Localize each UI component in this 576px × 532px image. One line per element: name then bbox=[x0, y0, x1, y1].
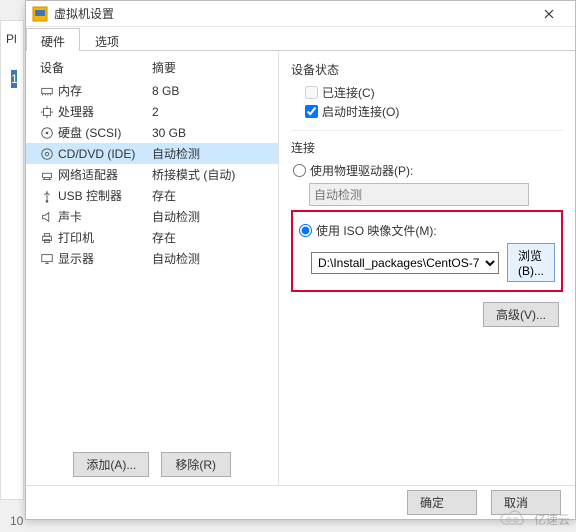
watermark-text: 亿速云 bbox=[534, 511, 570, 528]
dialog-footer: 确定 取消 bbox=[26, 485, 575, 519]
col-device: 设备 bbox=[40, 59, 152, 76]
hardware-buttons: 添加(A)... 移除(R) bbox=[26, 444, 278, 485]
hw-name: 显示器 bbox=[58, 250, 152, 267]
hw-row-display[interactable]: 显示器自动检测 bbox=[26, 248, 278, 269]
hardware-header: 设备 摘要 bbox=[26, 51, 278, 80]
hw-name: CD/DVD (IDE) bbox=[58, 147, 152, 161]
hw-summary: 30 GB bbox=[152, 126, 186, 140]
col-summary: 摘要 bbox=[152, 59, 176, 76]
hw-name: 声卡 bbox=[58, 208, 152, 225]
network-icon bbox=[40, 168, 54, 182]
cd-icon bbox=[40, 147, 54, 161]
advanced-button[interactable]: 高级(V)... bbox=[483, 302, 559, 327]
titlebar: 虚拟机设置 bbox=[26, 1, 575, 27]
hw-row-cd[interactable]: CD/DVD (IDE)自动检测 bbox=[26, 143, 278, 164]
hw-name: 硬盘 (SCSI) bbox=[58, 124, 152, 141]
app-icon bbox=[32, 6, 48, 22]
hw-summary: 自动检测 bbox=[152, 208, 200, 225]
vm-settings-dialog: 虚拟机设置 硬件 选项 设备 摘要 内存8 GB处理器2硬盘 (SCSI)30 … bbox=[25, 0, 576, 520]
watermark: 亿速云 bbox=[496, 508, 570, 530]
hw-name: 网络适配器 bbox=[58, 166, 152, 183]
remove-button[interactable]: 移除(R) bbox=[161, 452, 231, 477]
hw-row-disk[interactable]: 硬盘 (SCSI)30 GB bbox=[26, 122, 278, 143]
tab-options[interactable]: 选项 bbox=[80, 28, 134, 51]
use-iso-row[interactable]: 使用 ISO 映像文件(M): bbox=[299, 222, 555, 239]
hw-row-printer[interactable]: 打印机存在 bbox=[26, 227, 278, 248]
hw-row-cpu[interactable]: 处理器2 bbox=[26, 101, 278, 122]
cpu-icon bbox=[40, 105, 54, 119]
hw-name: 处理器 bbox=[58, 103, 152, 120]
use-physical-row[interactable]: 使用物理驱动器(P): bbox=[293, 162, 563, 179]
close-button[interactable] bbox=[529, 1, 569, 27]
hardware-panel: 设备 摘要 内存8 GB处理器2硬盘 (SCSI)30 GBCD/DVD (ID… bbox=[26, 51, 279, 485]
sound-icon bbox=[40, 210, 54, 224]
tab-bar: 硬件 选项 bbox=[26, 27, 575, 51]
disk-icon bbox=[40, 126, 54, 140]
connect-on-start-label: 启动时连接(O) bbox=[322, 103, 399, 120]
cloud-icon bbox=[496, 508, 530, 530]
browse-button[interactable]: 浏览(B)... bbox=[507, 243, 555, 282]
connected-checkbox bbox=[305, 86, 318, 99]
hw-summary: 存在 bbox=[152, 229, 176, 246]
use-physical-label: 使用物理驱动器(P): bbox=[310, 162, 413, 179]
background-panel bbox=[0, 20, 24, 500]
bg-text-pl: Pl bbox=[6, 32, 17, 46]
iso-path-combo[interactable]: D:\Install_packages\CentOS-7 bbox=[311, 252, 499, 274]
detail-panel: 设备状态 已连接(C) 启动时连接(O) 连接 使用物理驱动器(P): 自动检测… bbox=[279, 51, 575, 485]
usb-icon bbox=[40, 189, 54, 203]
use-iso-label: 使用 ISO 映像文件(M): bbox=[316, 222, 437, 239]
tab-hardware[interactable]: 硬件 bbox=[26, 28, 80, 51]
hw-summary: 2 bbox=[152, 105, 159, 119]
memory-icon bbox=[40, 84, 54, 98]
hardware-list: 内存8 GB处理器2硬盘 (SCSI)30 GBCD/DVD (IDE)自动检测… bbox=[26, 80, 278, 444]
ok-button[interactable]: 确定 bbox=[407, 490, 477, 515]
connected-label: 已连接(C) bbox=[322, 84, 375, 101]
display-icon bbox=[40, 252, 54, 266]
connected-checkbox-row[interactable]: 已连接(C) bbox=[305, 84, 563, 101]
hw-summary: 自动检测 bbox=[152, 250, 200, 267]
hw-summary: 桥接模式 (自动) bbox=[152, 166, 235, 183]
dialog-title: 虚拟机设置 bbox=[54, 5, 529, 22]
bg-text-bottom: 10 bbox=[10, 514, 23, 528]
use-physical-radio[interactable] bbox=[293, 164, 306, 177]
hw-row-sound[interactable]: 声卡自动检测 bbox=[26, 206, 278, 227]
connect-on-start-checkbox[interactable] bbox=[305, 105, 318, 118]
dialog-body: 设备 摘要 内存8 GB处理器2硬盘 (SCSI)30 GBCD/DVD (ID… bbox=[26, 51, 575, 485]
hw-row-network[interactable]: 网络适配器桥接模式 (自动) bbox=[26, 164, 278, 185]
add-button[interactable]: 添加(A)... bbox=[73, 452, 149, 477]
connection-title: 连接 bbox=[291, 139, 563, 156]
hw-name: 打印机 bbox=[58, 229, 152, 246]
hw-row-usb[interactable]: USB 控制器存在 bbox=[26, 185, 278, 206]
separator bbox=[291, 130, 563, 131]
hw-summary: 8 GB bbox=[152, 84, 179, 98]
printer-icon bbox=[40, 231, 54, 245]
bg-vm-index: 1 bbox=[11, 70, 17, 88]
hw-summary: 自动检测 bbox=[152, 145, 200, 162]
iso-highlight-box: 使用 ISO 映像文件(M): D:\Install_packages\Cent… bbox=[291, 210, 563, 292]
hw-name: 内存 bbox=[58, 82, 152, 99]
hw-row-memory[interactable]: 内存8 GB bbox=[26, 80, 278, 101]
connect-on-start-row[interactable]: 启动时连接(O) bbox=[305, 103, 563, 120]
hw-summary: 存在 bbox=[152, 187, 176, 204]
hw-name: USB 控制器 bbox=[58, 187, 152, 204]
device-status-title: 设备状态 bbox=[291, 61, 563, 78]
close-icon bbox=[544, 9, 554, 19]
physical-drive-combo: 自动检测 bbox=[309, 183, 529, 206]
use-iso-radio[interactable] bbox=[299, 224, 312, 237]
